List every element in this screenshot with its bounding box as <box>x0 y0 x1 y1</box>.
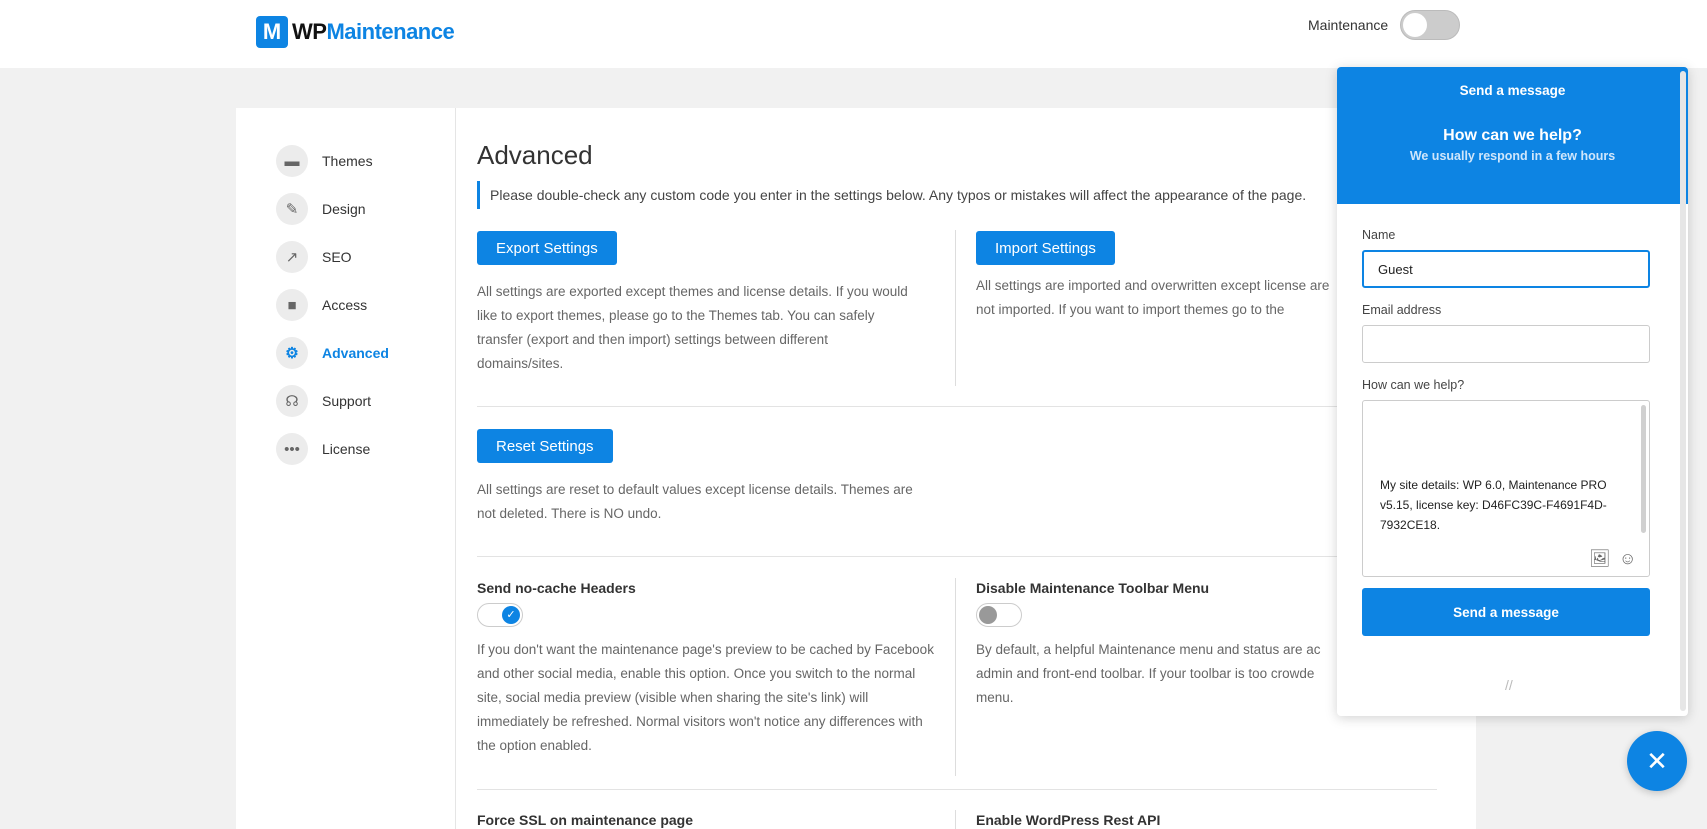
message-textarea[interactable]: My site details: WP 6.0, Maintenance PRO… <box>1362 400 1650 577</box>
settings-panel: ▬ Themes ✎ Design ↗ SEO ■ Access ⚙ Advan… <box>236 108 1476 829</box>
nocache-toggle[interactable]: ✓ <box>477 603 523 627</box>
image-upload-icon[interactable]: 🖼 <box>1589 549 1611 569</box>
rest-api-title: Enable WordPress Rest API <box>976 812 1161 828</box>
toolbar-menu-toggle[interactable] <box>976 603 1022 627</box>
reset-settings-button[interactable]: Reset Settings <box>477 429 613 463</box>
export-settings-button[interactable]: Export Settings <box>477 231 617 265</box>
gear-icon: ⚙ <box>276 337 308 369</box>
sidebar-item-label: Access <box>322 297 368 313</box>
divider <box>477 556 1437 557</box>
chat-heading: How can we help? <box>1443 127 1582 144</box>
sidebar: ▬ Themes ✎ Design ↗ SEO ■ Access ⚙ Advan… <box>236 108 456 829</box>
nocache-description: If you don't want the maintenance page's… <box>477 642 934 753</box>
warning-notice: Please double-check any custom code you … <box>477 181 1377 209</box>
sidebar-item-access[interactable]: ■ Access <box>276 288 367 322</box>
divider <box>477 406 1437 407</box>
chat-widget: Send a message How can we help? We usual… <box>1337 67 1688 716</box>
message-text: My site details: WP 6.0, Maintenance PRO… <box>1380 478 1607 532</box>
divider <box>955 230 956 386</box>
sidebar-item-seo[interactable]: ↗ SEO <box>276 240 352 274</box>
nocache-title: Send no-cache Headers <box>477 580 636 596</box>
page-title: Advanced <box>477 140 593 170</box>
close-chat-button[interactable]: ✕ <box>1627 731 1687 791</box>
sidebar-item-label: Design <box>322 201 366 217</box>
sidebar-item-label: Themes <box>322 153 373 169</box>
chat-subheading: We usually respond in a few hours <box>1409 149 1616 163</box>
toolbar-menu-title: Disable Maintenance Toolbar Menu <box>976 580 1210 596</box>
dots-icon: ••• <box>276 433 308 465</box>
sidebar-item-support[interactable]: ☊ Support <box>276 384 371 418</box>
textarea-scrollbar[interactable] <box>1641 405 1646 533</box>
sidebar-item-advanced[interactable]: ⚙ Advanced <box>276 336 389 370</box>
logo-icon: M <box>256 16 288 48</box>
chat-header: Send a message How can we help? We usual… <box>1337 67 1688 204</box>
sidebar-item-label: License <box>322 441 371 457</box>
import-settings-button[interactable]: Import Settings <box>976 231 1115 265</box>
divider <box>477 789 1437 790</box>
maintenance-toggle-group: Maintenance <box>1308 10 1461 40</box>
sidebar-item-label: Advanced <box>322 345 389 361</box>
chat-header-title: Send a message <box>1459 83 1566 98</box>
send-message-button[interactable]: Send a message <box>1362 588 1650 636</box>
lock-icon: ■ <box>276 289 308 321</box>
maintenance-label: Maintenance <box>1308 17 1389 33</box>
email-field[interactable] <box>1362 325 1650 363</box>
sidebar-item-label: SEO <box>322 249 352 265</box>
sidebar-item-license[interactable]: ••• License <box>276 432 370 466</box>
export-description: All settings are exported except themes … <box>477 284 908 371</box>
help-label: How can we help? <box>1362 378 1465 392</box>
maintenance-toggle[interactable] <box>1400 10 1461 40</box>
brush-icon: ✎ <box>276 193 308 225</box>
name-label: Name <box>1362 228 1396 242</box>
check-icon: ✓ <box>502 606 520 624</box>
close-icon: ✕ <box>1646 745 1668 776</box>
import-description: All settings are imported and overwritte… <box>976 278 1330 317</box>
paint-roller-icon: ▬ <box>276 145 308 177</box>
chart-line-icon: ↗ <box>276 241 308 273</box>
name-field[interactable] <box>1362 250 1650 288</box>
brand-logo-icon: // <box>1505 677 1513 693</box>
divider <box>955 810 956 829</box>
sidebar-item-themes[interactable]: ▬ Themes <box>276 144 373 178</box>
emoji-icon[interactable]: ☺ <box>1619 549 1636 569</box>
sidebar-item-design[interactable]: ✎ Design <box>276 192 366 226</box>
sidebar-item-label: Support <box>322 393 372 409</box>
logo: M WPMaintenance <box>256 16 455 48</box>
top-bar: M WPMaintenance Maintenance <box>0 0 1707 68</box>
reset-description: All settings are reset to default values… <box>477 482 913 521</box>
email-label: Email address <box>1362 303 1442 317</box>
chat-scrollbar[interactable] <box>1680 71 1686 711</box>
force-ssl-title: Force SSL on maintenance page <box>477 812 694 828</box>
toolbar-menu-description: By default, a helpful Maintenance menu a… <box>976 642 1321 705</box>
headset-icon: ☊ <box>276 385 308 417</box>
divider <box>955 578 956 776</box>
logo-text: WPMaintenance <box>292 19 455 44</box>
